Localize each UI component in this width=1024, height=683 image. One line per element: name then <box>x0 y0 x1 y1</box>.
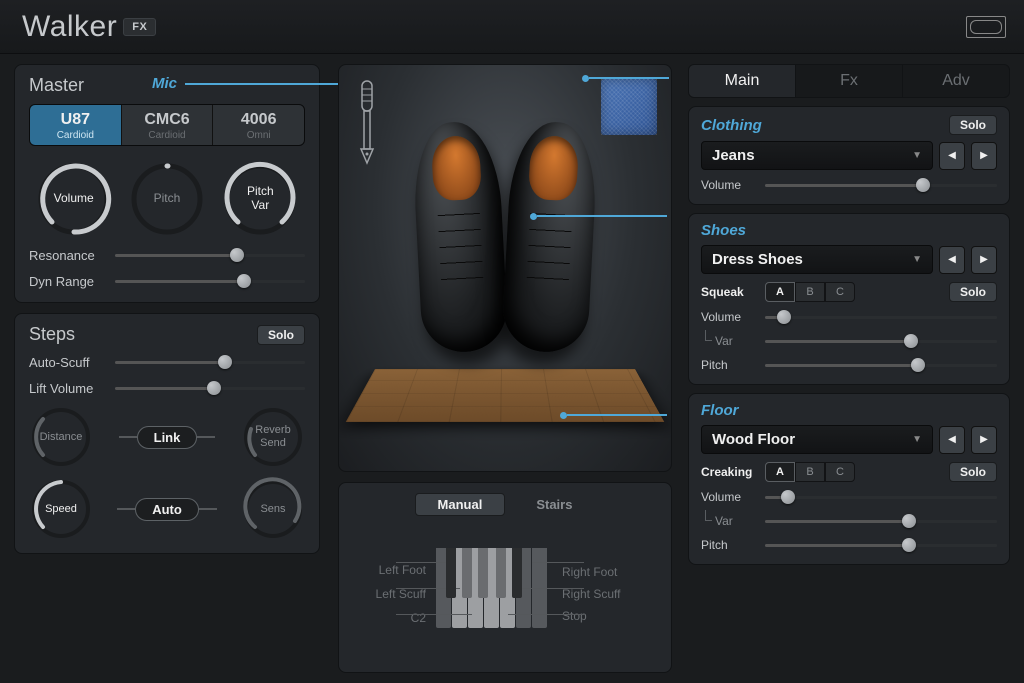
squeak-c-button[interactable]: C <box>825 282 855 302</box>
mic-icon <box>353 79 381 169</box>
leftscuff-label: Left Scuff <box>376 587 426 601</box>
autoscuff-slider[interactable]: Auto-Scuff <box>29 353 305 371</box>
link-button[interactable]: Link <box>137 426 198 449</box>
squeak-a-button[interactable]: A <box>765 282 795 302</box>
tab-main[interactable]: Main <box>689 65 795 97</box>
floor-callout <box>560 406 671 423</box>
stairs-tab[interactable]: Stairs <box>513 493 595 516</box>
right-tabs: Main Fx Adv <box>688 64 1010 98</box>
creaking-b-button[interactable]: B <box>795 462 825 482</box>
clothing-solo-button[interactable]: Solo <box>949 115 997 135</box>
master-pitch-knob[interactable]: Pitch <box>128 160 206 238</box>
shoes-preview <box>405 122 605 382</box>
resonance-slider[interactable]: Resonance <box>29 246 305 264</box>
shoes-next-button[interactable]: ▶ <box>971 246 997 274</box>
shoes-dropdown[interactable]: Dress Shoes ▼ <box>701 245 933 274</box>
rightscuff-label: Right Scuff <box>562 587 620 601</box>
distance-knob[interactable]: Distance <box>29 405 93 469</box>
shoes-prev-button[interactable]: ◀ <box>939 246 965 274</box>
brand-icon <box>966 16 1006 38</box>
mic-selector: U87 Cardioid CMC6 Cardioid 4006 Omni <box>29 104 305 146</box>
floor-next-button[interactable]: ▶ <box>971 426 997 454</box>
clothing-dropdown[interactable]: Jeans ▼ <box>701 141 933 170</box>
floor-pitch-slider[interactable]: Pitch <box>701 536 997 554</box>
chevron-down-icon: ▼ <box>912 434 922 445</box>
mic-4006-button[interactable]: 4006 Omni <box>212 105 304 145</box>
clothing-prev-button[interactable]: ◀ <box>939 142 965 170</box>
clothing-next-button[interactable]: ▶ <box>971 142 997 170</box>
dynrange-slider[interactable]: Dyn Range <box>29 272 305 290</box>
keyboard-map <box>436 548 544 640</box>
clothing-volume-slider[interactable]: Volume <box>701 176 997 194</box>
master-pitchvar-knob[interactable]: Pitch Var <box>221 160 299 238</box>
floor-title: Floor <box>701 402 739 419</box>
mic-callout: Mic <box>152 75 346 92</box>
master-panel: Master U87 Cardioid CMC6 Cardioid 4006 O… <box>14 64 320 303</box>
shoes-callout <box>530 207 671 224</box>
floor-dropdown[interactable]: Wood Floor ▼ <box>701 425 933 454</box>
tab-fx[interactable]: Fx <box>795 65 902 97</box>
floor-var-slider[interactable]: Var <box>701 512 997 530</box>
steps-title: Steps <box>29 324 75 345</box>
floor-section: Floor Wood Floor ▼ ◀ ▶ Creaking A B C <box>688 393 1010 565</box>
manual-panel: Manual Stairs Left Foot Left Scuff C2 <box>338 482 672 673</box>
liftvolume-slider[interactable]: Lift Volume <box>29 379 305 397</box>
creaking-a-button[interactable]: A <box>765 462 795 482</box>
reverbsend-knob[interactable]: Reverb Send <box>241 405 305 469</box>
clothing-section: Clothing Solo Jeans ▼ ◀ ▶ Volume <box>688 106 1010 205</box>
clothing-title: Clothing <box>701 117 762 134</box>
shoes-title: Shoes <box>701 222 746 239</box>
rightfoot-label: Right Foot <box>562 565 620 579</box>
shoes-volume-slider[interactable]: Volume <box>701 308 997 326</box>
creaking-c-button[interactable]: C <box>825 462 855 482</box>
floor-prev-button[interactable]: ◀ <box>939 426 965 454</box>
header: Walker FX <box>0 0 1024 54</box>
mic-cmc6-button[interactable]: CMC6 Cardioid <box>121 105 213 145</box>
shoes-var-slider[interactable]: Var <box>701 332 997 350</box>
tab-adv[interactable]: Adv <box>902 65 1009 97</box>
mic-u87-button[interactable]: U87 Cardioid <box>30 105 121 145</box>
auto-button[interactable]: Auto <box>135 498 199 521</box>
chevron-down-icon: ▼ <box>912 150 922 161</box>
steps-solo-button[interactable]: Solo <box>257 325 305 345</box>
floor-volume-slider[interactable]: Volume <box>701 488 997 506</box>
shoes-section: Shoes Dress Shoes ▼ ◀ ▶ Squeak A B C <box>688 213 1010 385</box>
manual-tab[interactable]: Manual <box>415 493 506 516</box>
speed-knob[interactable]: Speed <box>29 477 93 541</box>
clothing-swatch[interactable] <box>601 79 657 135</box>
floor-solo-button[interactable]: Solo <box>949 462 997 482</box>
chevron-down-icon: ▼ <box>912 254 922 265</box>
leftfoot-label: Left Foot <box>376 563 426 577</box>
clothing-callout <box>582 69 673 86</box>
app-logo: Walker FX <box>22 10 156 44</box>
stop-label: Stop <box>562 609 620 623</box>
shoes-solo-button[interactable]: Solo <box>949 282 997 302</box>
squeak-b-button[interactable]: B <box>795 282 825 302</box>
sens-knob[interactable]: Sens <box>241 477 305 541</box>
fx-badge: FX <box>123 18 156 36</box>
shoes-pitch-slider[interactable]: Pitch <box>701 356 997 374</box>
master-volume-knob[interactable]: Volume <box>35 160 113 238</box>
steps-panel: Steps Solo Auto-Scuff Lift Volume Distan… <box>14 313 320 554</box>
